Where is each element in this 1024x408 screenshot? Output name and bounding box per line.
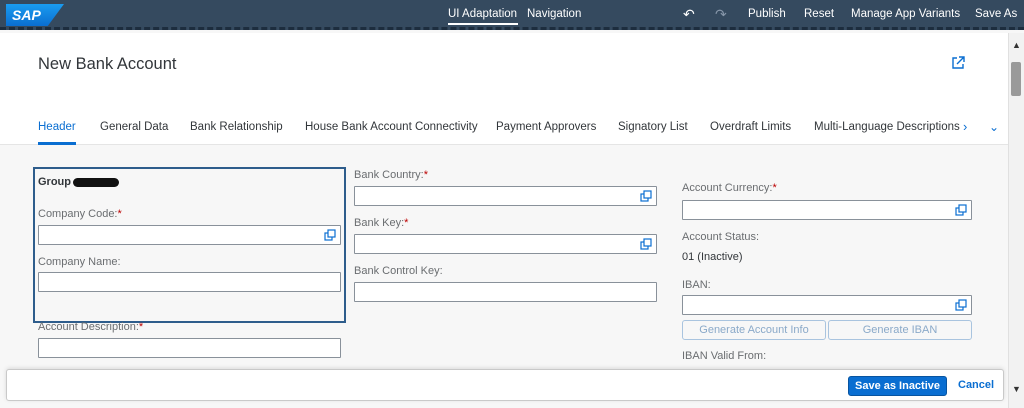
manage-app-variants-button[interactable]: Manage App Variants: [851, 8, 960, 20]
group-selection-frame[interactable]: [33, 167, 346, 323]
tab-multi-language-descriptions[interactable]: Multi-Language Descriptions: [814, 121, 960, 133]
save-as-inactive-button[interactable]: Save as Inactive: [848, 376, 948, 396]
bank-country-field[interactable]: [354, 186, 657, 206]
chevron-down-icon[interactable]: ⌄: [989, 120, 999, 134]
bank-control-key-label: Bank Control Key:: [354, 265, 443, 277]
redo-icon[interactable]: ↷: [715, 6, 727, 23]
value-help-icon[interactable]: [955, 204, 967, 216]
tab-overdraft-limits[interactable]: Overdraft Limits: [710, 121, 791, 133]
footer-toolbar: Save as Inactive Cancel: [6, 369, 1004, 401]
tab-signatory-list[interactable]: Signatory List: [618, 121, 688, 133]
undo-icon[interactable]: ↶: [683, 6, 695, 23]
tab-house-bank-account-connectivity[interactable]: House Bank Account Connectivity: [305, 121, 478, 133]
adaptation-toolbar: SAP UI Adaptation Navigation ↶ ↷ Publish…: [0, 0, 1024, 30]
navigation-toggle[interactable]: Navigation: [527, 8, 581, 20]
account-status-label: Account Status:: [682, 231, 760, 243]
account-currency-label: Account Currency:*: [682, 182, 777, 194]
value-help-icon[interactable]: [324, 229, 336, 241]
account-description-field[interactable]: [38, 338, 341, 358]
company-code-field[interactable]: [38, 225, 341, 245]
group-title: Group: [38, 176, 119, 188]
iban-label: IBAN:: [682, 279, 711, 291]
value-help-icon[interactable]: [640, 190, 652, 202]
company-name-field[interactable]: [38, 272, 341, 292]
account-description-label: Account Description:*: [38, 321, 144, 333]
object-page-header: New Bank Account Header General Data Ban…: [0, 33, 1008, 145]
ui-adaptation-active-indicator: [448, 23, 518, 25]
generate-iban-button[interactable]: Generate IBAN: [828, 320, 972, 340]
scrollbar-thumb[interactable]: [1011, 62, 1021, 96]
sap-logo: SAP: [6, 4, 64, 26]
section-tabs: Header General Data Bank Relationship Ho…: [0, 113, 1008, 145]
company-code-label: Company Code:*: [38, 208, 122, 220]
redaction-mark: [73, 177, 119, 187]
account-currency-field[interactable]: [682, 200, 972, 220]
chevron-right-icon[interactable]: ›: [963, 119, 967, 134]
bank-key-field[interactable]: [354, 234, 657, 254]
generate-account-info-button[interactable]: Generate Account Info: [682, 320, 826, 340]
account-status-value: 01 (Inactive): [682, 251, 743, 263]
reset-button[interactable]: Reset: [804, 8, 834, 20]
active-tab-indicator: [38, 142, 76, 145]
iban-field[interactable]: [682, 295, 972, 315]
scroll-down-icon[interactable]: ▼: [1012, 384, 1021, 394]
tab-payment-approvers[interactable]: Payment Approvers: [496, 121, 596, 133]
cancel-button[interactable]: Cancel: [958, 379, 994, 391]
tab-bank-relationship[interactable]: Bank Relationship: [190, 121, 283, 133]
tab-header[interactable]: Header: [38, 121, 76, 133]
company-name-label: Company Name:: [38, 256, 121, 268]
publish-button[interactable]: Publish: [748, 8, 786, 20]
value-help-icon[interactable]: [955, 299, 967, 311]
bank-country-label: Bank Country:*: [354, 169, 428, 181]
bank-control-key-field[interactable]: [354, 282, 657, 302]
page-title: New Bank Account: [38, 55, 177, 73]
ui-adaptation-toggle[interactable]: UI Adaptation: [448, 8, 517, 20]
scroll-up-icon[interactable]: ▲: [1012, 40, 1021, 50]
iban-valid-from-label: IBAN Valid From:: [682, 350, 767, 362]
tab-general-data[interactable]: General Data: [100, 121, 168, 133]
save-as-button[interactable]: Save As: [975, 8, 1017, 20]
value-help-icon[interactable]: [640, 238, 652, 250]
bank-key-label: Bank Key:*: [354, 217, 409, 229]
share-icon[interactable]: [951, 56, 965, 70]
